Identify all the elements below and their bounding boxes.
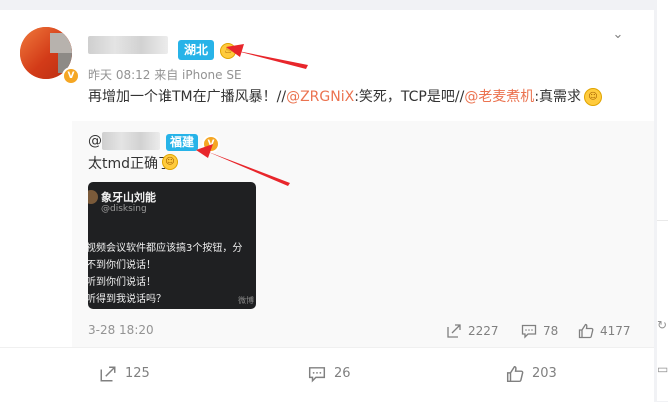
image-line: 听得到我说话吗？ <box>88 294 166 305</box>
image-handle: @disksing <box>101 204 147 214</box>
post-text-suffix: :真需求 <box>534 89 582 105</box>
fire-emoji-icon: ♨ <box>220 43 236 59</box>
repost-at: @ <box>88 133 102 149</box>
comment-icon[interactable]: ▭ <box>657 362 668 376</box>
verified-icon: V <box>62 67 80 85</box>
comment-icon <box>308 367 326 383</box>
comment-count: 26 <box>334 366 351 381</box>
right-column <box>657 0 668 401</box>
laugh-cry-emoji-icon: ☺ <box>162 154 178 170</box>
repost-icon[interactable]: ↻ <box>657 318 668 332</box>
share-button[interactable]: 125 <box>99 365 150 383</box>
like-button[interactable]: 203 <box>506 365 557 383</box>
repost-verified-icon: V <box>202 135 220 153</box>
repost-author-blurred[interactable] <box>102 132 160 150</box>
repost-comment-count: 78 <box>543 324 559 338</box>
post-text-mid: :笑死，TCP是吧// <box>354 89 465 105</box>
chevron-down-icon[interactable]: ⌄ <box>610 27 626 43</box>
share-icon <box>100 366 116 382</box>
author-name-blurred[interactable] <box>88 36 168 54</box>
comment-button[interactable]: 26 <box>308 365 351 383</box>
repost-like-count: 4177 <box>600 324 631 338</box>
image-watermark: 微博 <box>238 296 254 305</box>
repost-time: 3-28 18:20 <box>88 323 154 337</box>
share-count: 125 <box>125 366 150 381</box>
image-line: 视频会议软件都应该搞3个按钮，分 <box>88 243 243 254</box>
mention-link[interactable]: @老麦煮机 <box>464 89 534 105</box>
divider <box>657 220 668 221</box>
like-count: 203 <box>532 366 557 381</box>
thumbs-up-icon <box>506 365 524 383</box>
share-icon <box>447 324 461 338</box>
repost-comment-button[interactable]: 78 <box>521 323 558 339</box>
repost-share-count: 2227 <box>468 324 499 338</box>
repost-like-button[interactable]: 4177 <box>578 323 631 339</box>
thumbs-up-icon <box>578 323 594 339</box>
location-badge: 湖北 <box>178 40 214 60</box>
post-text-prefix: 再增加一个谁TM在广播风暴！// <box>88 89 287 105</box>
image-line: 听到你们说话！ <box>88 277 156 288</box>
laugh-emoji-icon: ☺ <box>584 88 602 106</box>
repost-location-badge: 福建 <box>166 134 198 151</box>
image-line: 不到你们说话！ <box>88 260 156 271</box>
image-title: 象牙山刘能 <box>101 191 156 204</box>
repost-text: 太tmd正确了 <box>88 156 173 172</box>
post-text: 再增加一个谁TM在广播风暴！//@ZRGNiX:笑死，TCP是吧//@老麦煮机:… <box>88 86 581 106</box>
repost-image[interactable]: 象牙山刘能 @disksing 视频会议软件都应该搞3个按钮，分 不到你们说话！… <box>88 182 256 309</box>
comment-icon <box>521 324 537 339</box>
post-meta: 昨天 08:12 来自 iPhone SE <box>88 68 242 82</box>
image-avatar <box>88 190 98 204</box>
mention-link[interactable]: @ZRGNiX <box>286 89 354 105</box>
repost-share-button[interactable]: 2227 <box>446 323 499 339</box>
